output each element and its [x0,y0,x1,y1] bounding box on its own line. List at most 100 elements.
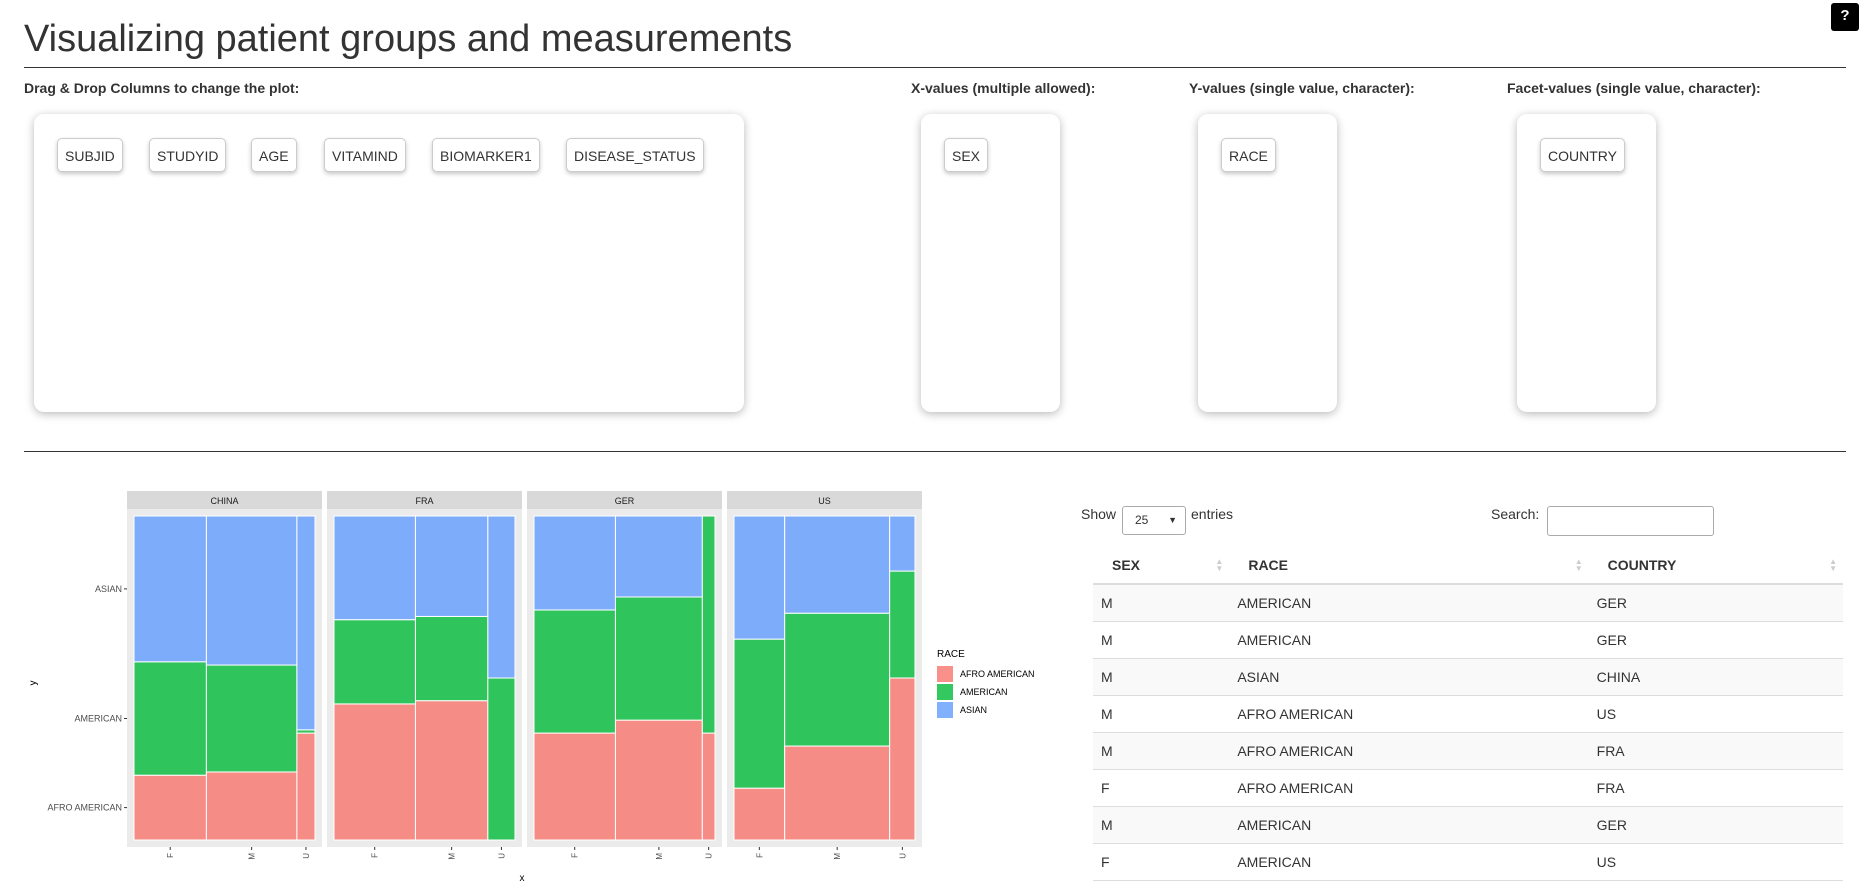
x-tick-label: F [371,853,380,858]
legend-label: AFRO AMERICAN [960,669,1035,679]
table-row[interactable]: M AMERICAN GER [1093,806,1843,844]
mosaic-tile [333,619,416,705]
mosaic-tile [614,596,703,721]
column-header-country[interactable]: COUNTRY ▲ ▼ [1588,546,1843,585]
mosaic-tile [533,609,616,734]
facet-label: GER [615,496,635,506]
facet-label: FRA [416,496,434,506]
mosaic-tile [784,515,891,614]
source-columns-label: Drag & Drop Columns to change the plot: [24,80,300,96]
y-tick-label: ASIAN [95,584,122,594]
sort-icon: ▲ ▼ [1574,557,1583,573]
mosaic-tile [205,771,298,841]
table-row[interactable]: M ASIAN CHINA [1093,658,1843,696]
chevron-down-icon: ▼ [1168,515,1177,525]
facet-values-label: Facet-values (single value, character): [1507,80,1761,96]
y-tick-label: AMERICAN [74,714,122,724]
table-row[interactable]: F AFRO AMERICAN FRA [1093,769,1843,807]
x-values-dropzone[interactable] [921,114,1060,412]
column-chip-age[interactable]: AGE [251,138,297,172]
sort-icon: ▲ ▼ [1215,557,1224,573]
table-row[interactable]: M AMERICAN GER [1093,621,1843,659]
table-row[interactable]: F AMERICAN US [1093,843,1843,881]
y-values-label: Y-values (single value, character): [1189,80,1415,96]
x-tick-label: F [571,853,580,858]
mosaic-tile [133,515,207,663]
section-divider [24,451,1846,452]
search-label: Search: [1491,506,1540,522]
search-input[interactable] [1547,506,1714,536]
mosaic-tile [333,703,416,841]
mosaic-tile [205,664,298,773]
column-header-sex[interactable]: SEX ▲ ▼ [1093,546,1230,585]
legend-key [937,666,953,682]
mosaic-tile [784,612,891,747]
header-divider [24,67,1846,68]
facet-chip-country[interactable]: COUNTRY [1540,138,1625,172]
page-title: Visualizing patient groups and measureme… [24,18,793,60]
mosaic-tile [296,515,316,731]
mosaic-tile [889,570,916,679]
mosaic-tile [889,677,916,841]
legend-title: RACE [937,649,965,660]
table-row[interactable]: M AMERICAN GER [1093,584,1843,622]
mosaic-tile [205,515,298,666]
mosaic-tile [133,774,207,841]
y-tick-label: AFRO AMERICAN [47,803,122,813]
y-chip-race[interactable]: RACE [1221,138,1276,172]
mosaic-tile [533,732,616,841]
x-tick-label: F [166,853,175,858]
y-axis-title: y [28,681,39,686]
entries-length-value: 25 [1135,513,1149,527]
legend-key [937,684,953,700]
column-chip-biomarker1[interactable]: BIOMARKER1 [432,138,540,172]
mosaic-tile [487,677,516,841]
sort-icon: ▲ ▼ [1829,557,1837,573]
mosaic-tile [701,515,716,734]
column-chip-subjid[interactable]: SUBJID [57,138,123,172]
mosaic-tile [614,515,703,598]
entries-label: entries [1191,506,1234,522]
column-chip-vitamind[interactable]: VITAMIND [324,138,406,172]
facet-label: CHINA [210,496,238,506]
mosaic-tile [614,719,703,841]
table-header-row: SEX ▲ ▼ RACE ▲ ▼ COUNTRY ▲ ▼ [1093,546,1843,585]
mosaic-tile [701,732,716,841]
x-tick-label: U [898,853,907,859]
mosaic-tile [733,787,786,841]
legend-label: AMERICAN [960,687,1008,697]
mosaic-tile [733,515,786,640]
mosaic-tile [487,515,516,679]
mosaic-tile [414,700,489,841]
x-chip-sex[interactable]: SEX [944,138,989,172]
column-chip-studyid[interactable]: STUDYID [149,138,227,172]
mosaic-tile [133,661,207,776]
legend-label: ASIAN [960,705,987,715]
entries-length-select[interactable]: 25 ▼ [1122,506,1186,535]
facet-label: US [818,496,831,506]
help-button[interactable]: ? [1831,3,1859,31]
mosaic-tile [533,515,616,611]
x-tick-label: M [833,853,842,860]
data-table: SEX ▲ ▼ RACE ▲ ▼ COUNTRY ▲ ▼ M AMERICAN GER M AME… [1093,546,1843,881]
legend-key [937,702,953,718]
x-tick-label: U [302,853,311,859]
mosaic-plot: CHINA F M U FRA F M U GER F M U US F M U AFRO AMERICAN AM… [28,491,1035,884]
x-values-label: X-values (multiple allowed): [911,80,1096,96]
x-tick-label: M [655,853,664,860]
mosaic-tile [296,732,316,841]
x-tick-label: M [248,853,257,860]
show-label: Show [1081,506,1117,522]
x-axis-title: x [520,873,525,884]
column-header-race[interactable]: RACE ▲ ▼ [1229,546,1589,585]
mosaic-tile [333,515,416,621]
x-tick-label: U [497,853,506,859]
mosaic-tile [414,515,489,617]
mosaic-tile [889,515,916,572]
column-chip-disease-status[interactable]: DISEASE_STATUS [566,138,704,172]
table-row[interactable]: M AFRO AMERICAN FRA [1093,732,1843,770]
table-row[interactable]: M AFRO AMERICAN US [1093,695,1843,733]
mosaic-tile [733,638,786,789]
mosaic-tile [784,745,891,841]
x-tick-label: M [448,853,457,860]
